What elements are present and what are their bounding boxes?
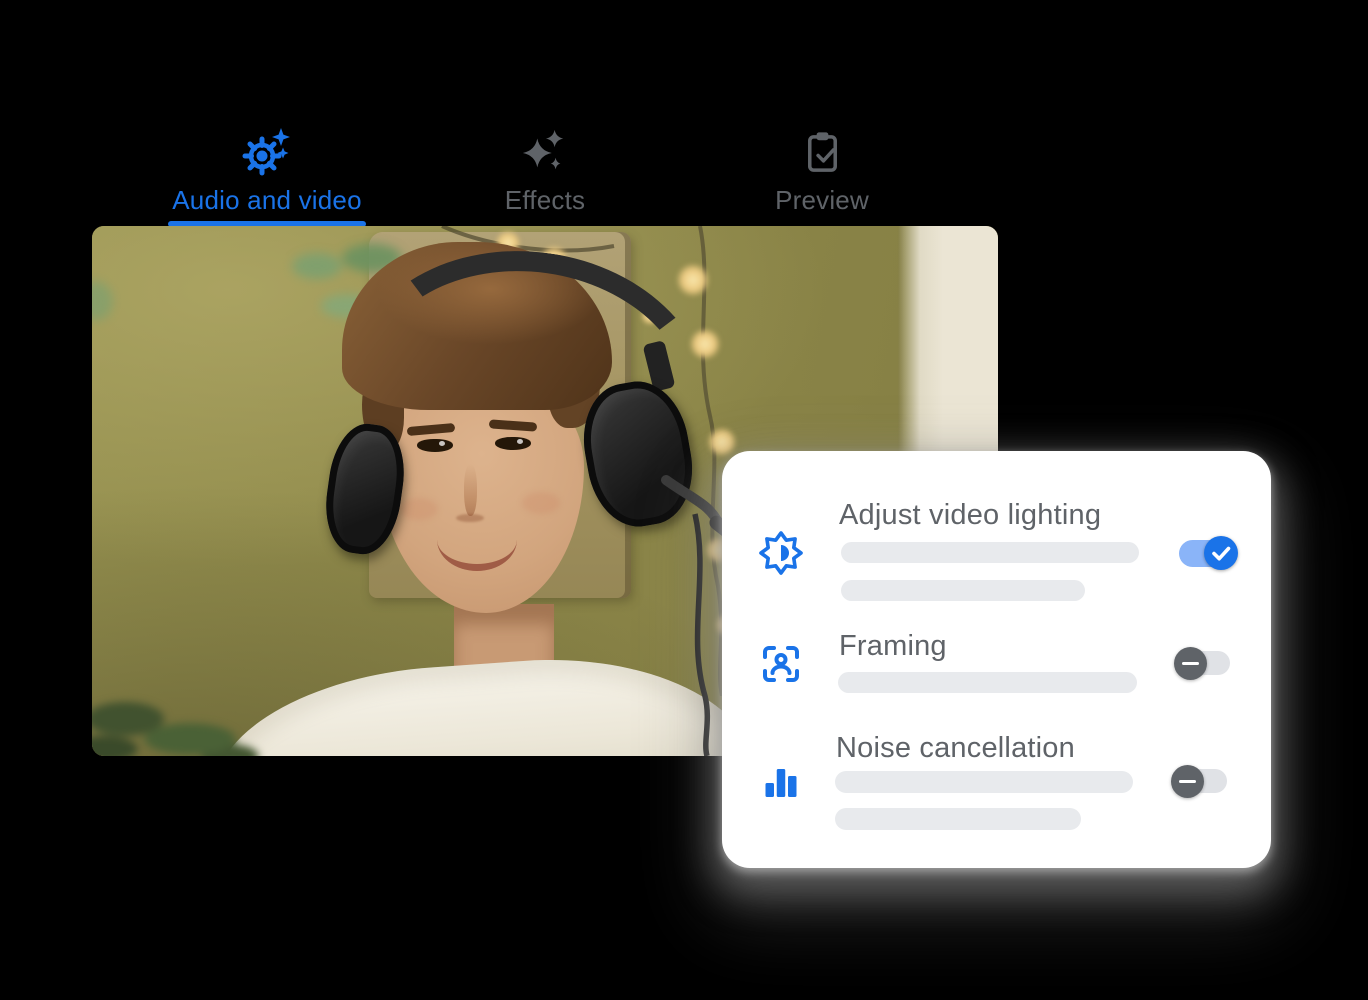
toggle-thumb: [1204, 536, 1238, 570]
check-icon: [1204, 536, 1238, 570]
skeleton-line: [835, 771, 1133, 793]
toggle-thumb: [1171, 765, 1204, 798]
brightness-icon: [757, 529, 805, 577]
tab-effects[interactable]: Effects: [425, 126, 665, 215]
foreground-plant: [92, 624, 280, 756]
tab-preview[interactable]: Preview: [702, 126, 942, 215]
row-title-noise-cancellation: Noise cancellation: [836, 731, 1075, 765]
skeleton-line: [841, 580, 1085, 601]
gear-sparkle-icon: [241, 126, 293, 178]
minus-icon: [1182, 662, 1199, 666]
skeleton-line: [835, 808, 1081, 830]
row-title-adjust-video-lighting: Adjust video lighting: [839, 498, 1101, 532]
toggle-adjust-video-lighting[interactable]: [1179, 536, 1238, 570]
row-title-framing: Framing: [839, 629, 947, 663]
tab-label: Audio and video: [172, 185, 361, 215]
clipboard-check-icon: [799, 126, 846, 178]
skeleton-line: [841, 542, 1139, 563]
sparkles-icon: [520, 126, 570, 178]
equalizer-bars-icon: [762, 763, 800, 801]
tab-audio-and-video[interactable]: Audio and video: [147, 126, 387, 227]
toggle-thumb: [1174, 647, 1207, 680]
video-settings-card: Adjust video lighting Framing: [722, 451, 1271, 868]
minus-icon: [1179, 780, 1196, 784]
person-frame-icon: [759, 642, 803, 686]
tab-label: Preview: [775, 185, 869, 215]
toggle-noise-cancellation[interactable]: [1171, 765, 1228, 798]
skeleton-line: [838, 672, 1137, 693]
toggle-framing[interactable]: [1174, 647, 1231, 680]
page: Audio and video Effects Preview: [0, 0, 1368, 1000]
tab-label: Effects: [505, 185, 585, 215]
